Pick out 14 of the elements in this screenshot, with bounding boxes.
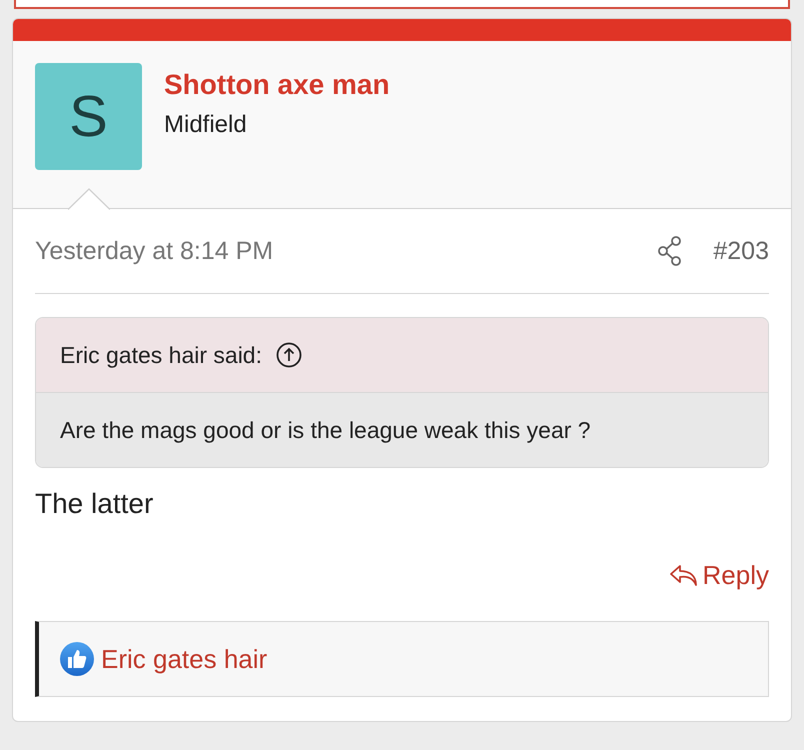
avatar[interactable]: S	[35, 63, 142, 170]
reply-button[interactable]: Reply	[668, 560, 769, 591]
quote-text: Are the mags good or is the league weak this year ?	[36, 393, 768, 467]
share-icon[interactable]	[657, 236, 684, 266]
post-text: The latter	[35, 488, 154, 520]
quote-attribution: Eric gates hair said:	[60, 342, 262, 368]
author-name[interactable]: Shotton axe man	[164, 69, 390, 101]
reaction-user[interactable]: Eric gates hair	[101, 644, 268, 674]
like-icon	[59, 641, 95, 677]
user-title: Midfield	[164, 111, 248, 139]
post-time[interactable]: Yesterday at 8:14 PM	[35, 236, 658, 266]
post-number[interactable]: #203	[713, 236, 769, 266]
reply-icon	[668, 562, 699, 588]
arrow-up-icon[interactable]	[276, 342, 302, 368]
